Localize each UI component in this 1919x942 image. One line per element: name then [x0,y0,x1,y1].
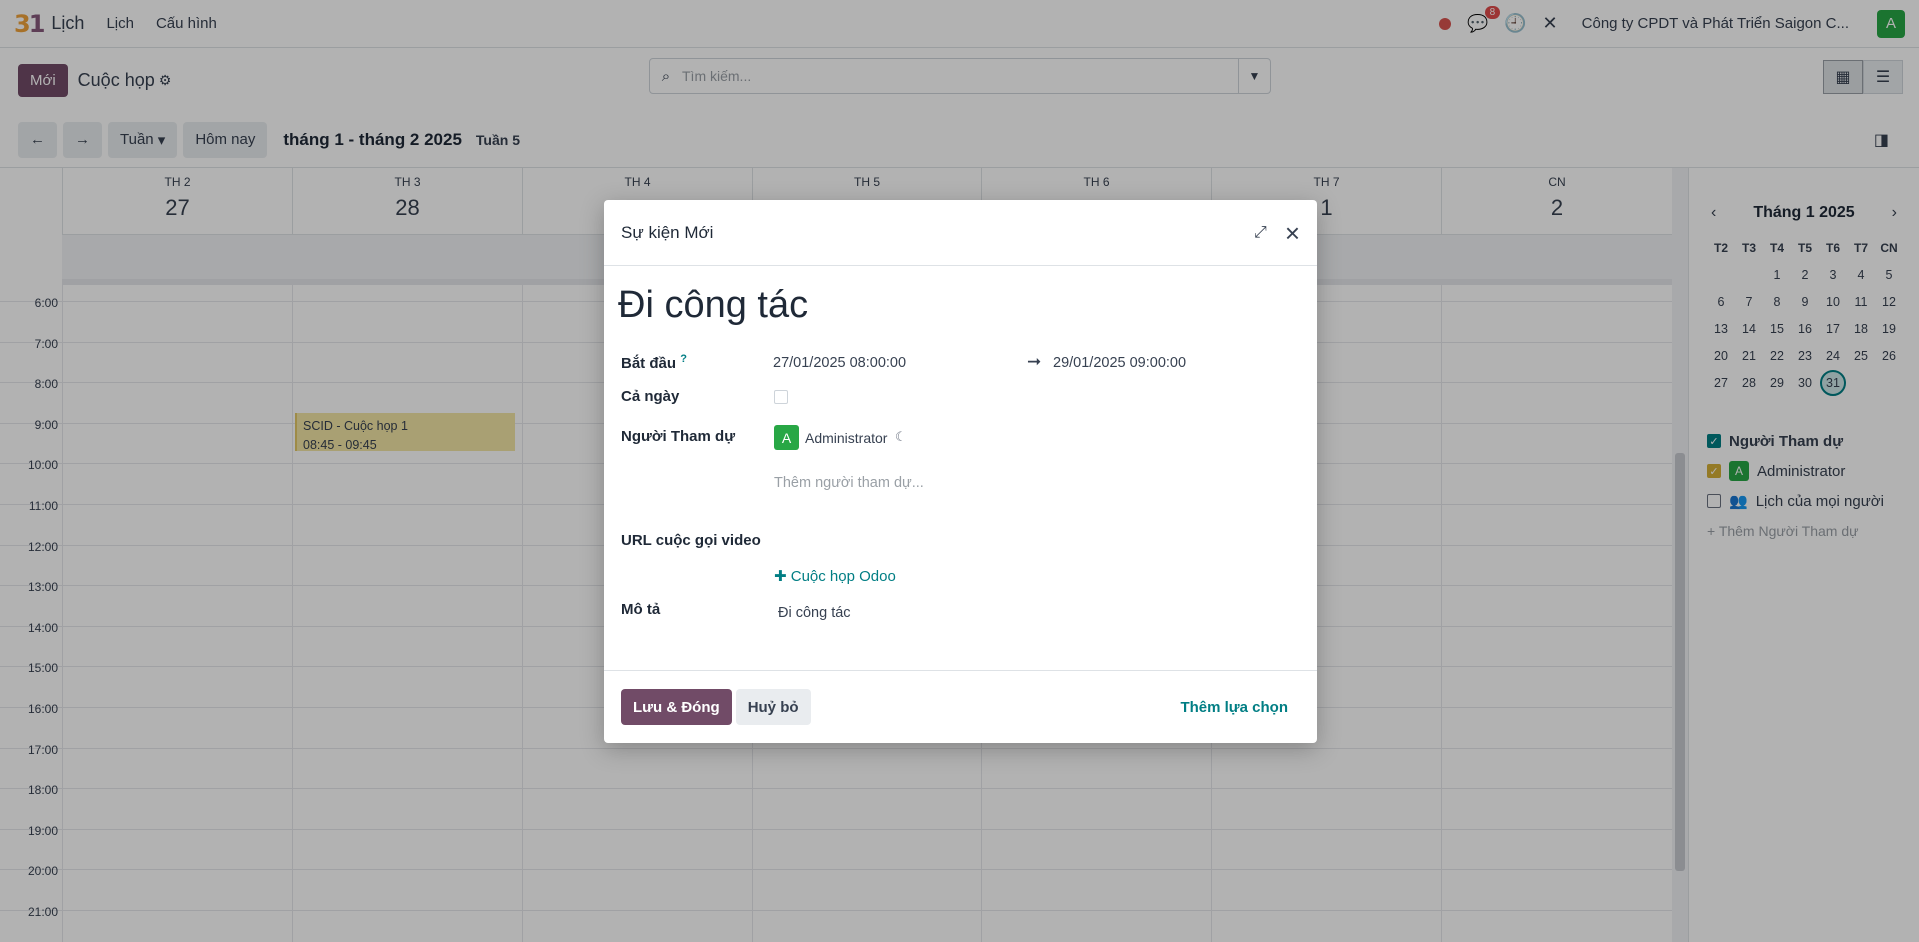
dialog-title: Sự kiện Mới [621,222,714,242]
more-options-button[interactable]: Thêm lựa chọn [1180,699,1300,716]
dialog-footer: Lưu & Đóng Huỷ bỏ Thêm lựa chọn [604,670,1317,743]
arrow-right-icon: ➞ [1027,352,1042,371]
close-icon[interactable]: × [1285,220,1300,246]
event-name-input[interactable]: Đi công tác [618,284,808,327]
allday-label: Cả ngày [621,388,680,405]
add-attendee-input[interactable]: Thêm người tham dự... [774,475,924,491]
attendees-label: Người Tham dự [621,428,736,445]
dialog-header: Sự kiện Mới ⤢ × [604,200,1317,266]
end-datetime-field[interactable]: 29/01/2025 09:00:00 [1053,355,1186,371]
dialog-body: Đi công tác Bắt đầu ? 27/01/2025 08:00:0… [604,266,1317,670]
start-datetime-field[interactable]: 27/01/2025 08:00:00 [773,355,906,371]
description-field[interactable]: Đi công tác [778,605,851,621]
start-label: Bắt đầu ? [621,353,687,372]
attendee-name[interactable]: Administrator [805,430,887,446]
moon-icon: ☾ [895,429,907,444]
start-label-text: Bắt đầu [621,355,677,372]
expand-icon[interactable]: ⤢ [1254,224,1267,242]
video-url-label: URL cuộc gọi video [621,532,761,549]
description-label: Mô tả [621,601,661,618]
attendee-avatar: A [774,425,799,450]
allday-checkbox[interactable] [774,390,788,404]
cancel-button[interactable]: Huỷ bỏ [735,689,811,725]
dialog-header-actions: ⤢ × [1254,220,1300,246]
help-tooltip[interactable]: ? [680,353,687,365]
new-event-dialog: Sự kiện Mới ⤢ × Đi công tác Bắt đầu ? 27… [604,200,1317,743]
odoo-meeting-link[interactable]: ✚ Cuộc họp Odoo [774,567,896,585]
save-close-button[interactable]: Lưu & Đóng [621,689,732,725]
